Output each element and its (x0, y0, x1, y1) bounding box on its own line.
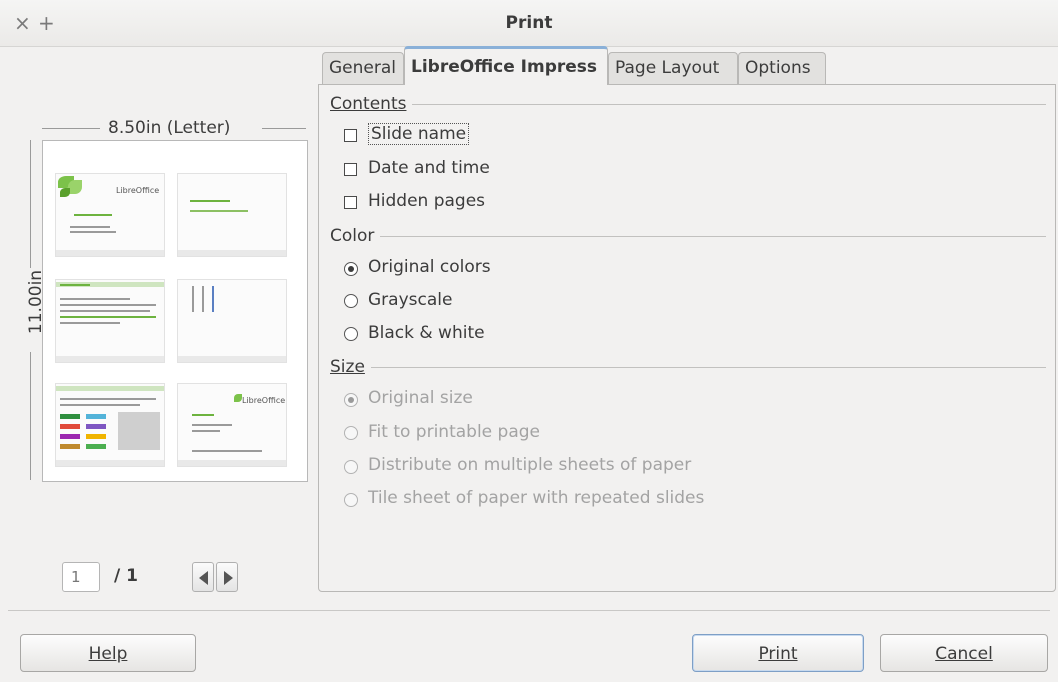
tab-options[interactable]: Options (738, 52, 826, 84)
page-total-label: / 1 (114, 566, 138, 586)
grayscale-label[interactable]: Grayscale (368, 290, 452, 310)
color-heading: Color (330, 226, 381, 246)
tile-sheet-radio[interactable] (344, 493, 358, 507)
print-button[interactable]: Print (692, 634, 864, 672)
fit-to-page-label[interactable]: Fit to printable page (368, 422, 540, 442)
title-bar: × + Print (0, 0, 1058, 47)
window-title: Print (505, 13, 553, 33)
slide-name-label[interactable]: Slide name (368, 123, 470, 145)
color-rule (330, 236, 1046, 237)
date-time-label[interactable]: Date and time (368, 158, 490, 178)
slide-thumbnail-2 (177, 173, 287, 257)
page-number-input[interactable]: 1 (62, 562, 100, 592)
slide-thumbnail-6: LibreOffice (177, 383, 287, 467)
slide-thumbnail-5 (55, 383, 165, 467)
previous-page-button[interactable] (192, 562, 214, 592)
black-white-label[interactable]: Black & white (368, 323, 485, 343)
cancel-button[interactable]: Cancel (880, 634, 1048, 672)
arrow-left-icon (199, 571, 208, 585)
fit-to-page-radio[interactable] (344, 426, 358, 440)
distribute-sheets-radio[interactable] (344, 460, 358, 474)
height-dimension-line-top (30, 140, 31, 268)
hidden-pages-label[interactable]: Hidden pages (368, 191, 485, 211)
width-dimension-line-left (42, 128, 100, 129)
original-colors-label[interactable]: Original colors (368, 257, 491, 277)
width-dimension-line-right (262, 128, 306, 129)
original-size-label[interactable]: Original size (368, 388, 473, 408)
slide-thumbnail-1: LibreOffice (55, 173, 165, 257)
paper-width-label: 8.50in (Letter) (108, 118, 231, 138)
grayscale-radio[interactable] (344, 294, 358, 308)
thumb-logo-text-2: LibreOffice (242, 396, 286, 405)
distribute-sheets-label[interactable]: Distribute on multiple sheets of paper (368, 455, 691, 475)
help-button[interactable]: Help (20, 634, 196, 672)
tab-libreoffice-impress[interactable]: LibreOffice Impress (404, 46, 608, 85)
hidden-pages-checkbox[interactable] (344, 196, 357, 209)
height-dimension-line-bottom (30, 352, 31, 480)
tab-page-layout[interactable]: Page Layout (608, 52, 738, 84)
tile-sheet-label[interactable]: Tile sheet of paper with repeated slides (368, 488, 704, 508)
arrow-right-icon (224, 571, 233, 585)
original-colors-radio[interactable] (344, 262, 358, 276)
size-rule (330, 367, 1046, 368)
tab-general[interactable]: General (322, 52, 404, 84)
original-size-radio[interactable] (344, 393, 358, 407)
dialog-divider (8, 610, 1050, 611)
size-heading: Size (330, 357, 371, 377)
slide-thumbnail-3 (55, 279, 165, 363)
print-preview-page: LibreOffice LibreOffice (42, 140, 308, 482)
date-time-checkbox[interactable] (344, 163, 357, 176)
contents-rule (330, 104, 1046, 105)
contents-heading: Contents (330, 94, 413, 114)
slide-thumbnail-4 (177, 279, 287, 363)
slide-name-checkbox[interactable] (344, 129, 357, 142)
thumb-logo-text: LibreOffice (116, 186, 160, 195)
next-page-button[interactable] (216, 562, 238, 592)
black-white-radio[interactable] (344, 327, 358, 341)
